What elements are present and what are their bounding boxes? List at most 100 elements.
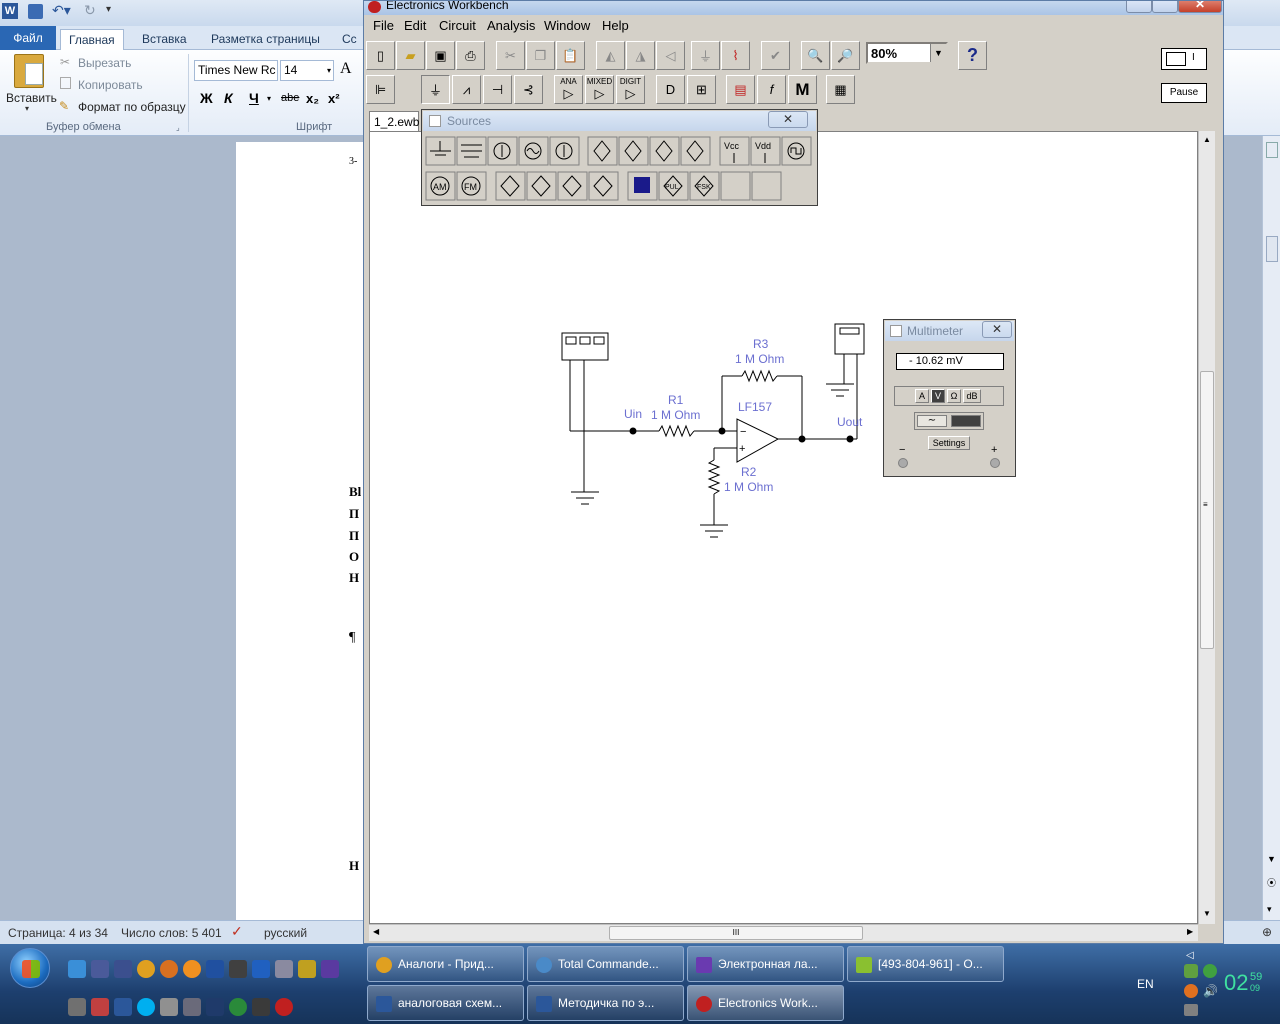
paste-icon[interactable] (14, 54, 44, 88)
cut-icon[interactable]: ✂ (60, 55, 70, 69)
spellcheck-icon[interactable]: ✓ (231, 923, 243, 940)
word-icon[interactable] (114, 998, 132, 1016)
format-painter-button[interactable]: Формат по образцу (78, 100, 186, 114)
circuit-canvas[interactable]: R3 1 M Ohm R1 1 M Ohm Uin LF157 Uout R2 … (369, 131, 1198, 924)
save-icon[interactable] (28, 4, 43, 19)
app-icon[interactable] (321, 960, 339, 978)
volume-icon[interactable]: 🔊 (1203, 984, 1218, 998)
ruler-toggle-icon[interactable] (1266, 142, 1278, 158)
cut-tool-button[interactable]: ✂ (496, 41, 525, 70)
page-count[interactable]: Страница: 4 из 34 (8, 926, 108, 940)
app-icon[interactable] (275, 960, 293, 978)
chrome-icon[interactable] (137, 960, 155, 978)
task-ewb[interactable]: Electronics Work... (687, 985, 844, 1021)
menu-file[interactable]: File (373, 18, 394, 33)
copy-icon[interactable] (60, 77, 71, 89)
zoom-dropdown-icon[interactable]: ▼ (930, 44, 946, 62)
app-icon[interactable] (160, 960, 178, 978)
app-icon[interactable] (206, 960, 224, 978)
component-properties-button[interactable]: ⏚ (691, 41, 720, 70)
task-chrome[interactable]: Аналоги - Прид... (367, 946, 524, 982)
bold-button[interactable]: Ж (200, 90, 213, 106)
cut-button[interactable]: Вырезать (78, 56, 131, 70)
customize-qat-icon[interactable]: ▾ (106, 4, 111, 15)
circuit-vertical-scrollbar[interactable]: ▲ ≡ ▼ (1198, 131, 1215, 924)
circuit-schematic[interactable]: R3 1 M Ohm R1 1 M Ohm Uin LF157 Uout R2 … (370, 132, 1199, 925)
app-icon[interactable] (114, 960, 132, 978)
sources-checkbox[interactable] (429, 115, 441, 127)
app-icon[interactable] (160, 998, 178, 1016)
tab-insert[interactable]: Вставка (134, 29, 195, 50)
app-icon[interactable] (252, 960, 270, 978)
transistors-bin-button[interactable]: ⊰ (514, 75, 543, 104)
ewb-maximize-button[interactable] (1152, 1, 1178, 13)
ie-icon[interactable] (68, 960, 86, 978)
new-file-button[interactable]: ▯ (366, 41, 395, 70)
circuit-vscroll-thumb[interactable]: ≡ (1200, 371, 1214, 649)
clipboard-launcher-icon[interactable]: ⌟ (176, 123, 180, 132)
indicators-bin-button[interactable]: ▤ (726, 75, 755, 104)
clock[interactable]: 02 59 09 (1224, 970, 1262, 996)
undo-icon[interactable]: ↶▾ (52, 2, 71, 19)
language-indicator[interactable]: EN (1137, 977, 1154, 991)
document-tab[interactable]: 1_2.ewb (369, 111, 419, 131)
mixed-ics-bin-button[interactable]: MIXED ▷ (585, 75, 614, 104)
tray-expand-icon[interactable]: ◁ (1186, 950, 1194, 961)
app-icon[interactable] (91, 998, 109, 1016)
grow-font-icon[interactable]: A (340, 60, 352, 78)
mode-ampere-button[interactable]: A (915, 389, 929, 403)
tab-home[interactable]: Главная (60, 29, 124, 50)
prev-page-icon[interactable]: ⦿ (1267, 876, 1276, 889)
zoom-select[interactable]: 80% ▼ (866, 42, 948, 64)
font-name-select[interactable]: Times New Rc (194, 60, 278, 81)
task-electronic-lab[interactable]: Электронная ла... (687, 946, 844, 982)
flip-horizontal-button[interactable]: ◁ (656, 41, 685, 70)
mode-volt-button[interactable]: V (931, 389, 945, 403)
app-icon[interactable] (68, 998, 86, 1016)
menu-help[interactable]: Help (602, 18, 629, 33)
diodes-bin-button[interactable]: ⊣ (483, 75, 512, 104)
multimeter-minus-terminal[interactable] (898, 458, 908, 468)
menu-edit[interactable]: Edit (404, 18, 426, 33)
underline-dropdown-icon[interactable]: ▾ (267, 94, 271, 103)
digital-bin-button[interactable]: ⊞ (687, 75, 716, 104)
open-file-button[interactable]: ▰ (396, 41, 425, 70)
zoom-slider-plus-icon[interactable]: ⊕ (1262, 925, 1272, 939)
strikethrough-button[interactable]: abe (281, 92, 299, 104)
scroll-up-icon[interactable]: ▲ (1203, 135, 1211, 144)
misc-bin-button[interactable]: M (788, 75, 817, 104)
tray-icon[interactable] (1184, 1004, 1198, 1016)
italic-button[interactable]: К (224, 90, 233, 106)
underline-button[interactable]: Ч (249, 90, 259, 106)
power-switch[interactable]: I (1161, 48, 1207, 70)
mode-db-button[interactable]: dB (963, 389, 981, 403)
analysis-graphs-button[interactable]: ⌇ (721, 41, 750, 70)
task-word-manual[interactable]: Методичка по э... (527, 985, 684, 1021)
superscript-button[interactable]: x² (328, 91, 340, 106)
menu-window[interactable]: Window (544, 18, 590, 33)
app-icon[interactable] (229, 998, 247, 1016)
skype-icon[interactable] (137, 998, 155, 1016)
pause-button[interactable]: Pause (1161, 83, 1207, 103)
tray-icon[interactable] (1184, 984, 1198, 998)
logic-gates-bin-button[interactable]: D (656, 75, 685, 104)
photoshop-icon[interactable] (206, 998, 224, 1016)
scroll-right-icon[interactable]: ▶ (1187, 927, 1193, 936)
paste-dropdown-icon[interactable]: ▾ (25, 104, 29, 113)
multimeter-checkbox[interactable] (890, 325, 902, 337)
multimeter-plus-terminal[interactable] (990, 458, 1000, 468)
tab-references[interactable]: Сс (334, 29, 365, 50)
circuit-horizontal-scrollbar[interactable]: ◀ III ▶ (369, 924, 1198, 941)
tray-icon[interactable] (1184, 964, 1198, 978)
help-button[interactable]: ? (958, 41, 987, 70)
redo-icon[interactable]: ↻ (84, 2, 96, 19)
create-subcircuit-button[interactable]: ✔ (761, 41, 790, 70)
ewb-icon[interactable] (275, 998, 293, 1016)
word-page[interactable]: 3- Bl П П О Н ¶ Н (236, 142, 366, 920)
paste-tool-button[interactable]: 📋 (556, 41, 585, 70)
copy-tool-button[interactable]: ❐ (526, 41, 555, 70)
instruments-bin-button[interactable]: ▦ (826, 75, 855, 104)
menu-circuit[interactable]: Circuit (439, 18, 476, 33)
language-indicator[interactable]: русский (264, 926, 307, 940)
next-page-icon[interactable]: ▾ (1267, 904, 1272, 915)
